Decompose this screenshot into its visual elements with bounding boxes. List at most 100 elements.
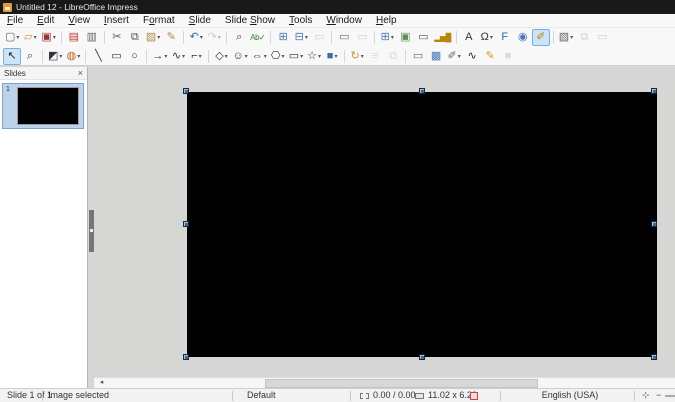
dropdown-arrow-icon[interactable]: ▾ — [245, 53, 248, 60]
menu-view[interactable]: View — [61, 14, 97, 28]
lines-and-arrows-button[interactable]: → ▾ — [150, 48, 169, 65]
dropdown-arrow-icon[interactable]: ▾ — [391, 34, 394, 41]
workspace[interactable] — [94, 67, 675, 377]
open-file-button[interactable]: ▱ ▾ — [21, 29, 39, 46]
dropdown-arrow-icon[interactable]: ▾ — [200, 34, 203, 41]
curve-polygon-button[interactable]: ∿ ▾ — [169, 48, 187, 65]
dropdown-arrow-icon[interactable]: ▾ — [334, 53, 337, 60]
ellipse-button[interactable]: ○ — [125, 48, 143, 65]
rotate-button[interactable]: ↻ ▾ — [348, 48, 366, 65]
slide-thumbnail-1[interactable]: 1 — [2, 83, 84, 129]
display-views-button[interactable]: ⊟ ▾ — [292, 29, 310, 46]
insert-text-box-button[interactable]: ▭ — [414, 29, 432, 46]
insert-fontwork-button[interactable]: F — [496, 29, 514, 46]
menu-help[interactable]: Help — [369, 14, 404, 28]
menu-edit[interactable]: Edit — [30, 14, 61, 28]
dropdown-arrow-icon[interactable]: ▾ — [305, 34, 308, 41]
insert-table-button[interactable]: ⊞ ▾ — [378, 29, 396, 46]
crop-image-button[interactable]: ▩ — [427, 48, 445, 65]
selection-handle-bottom-center[interactable] — [419, 354, 425, 360]
menu-slide[interactable]: Slide — [182, 14, 218, 28]
shadow-button[interactable]: ▭ — [409, 48, 427, 65]
image-filter-button[interactable]: ✐ ▾ — [445, 48, 463, 65]
print-button[interactable]: ▥ — [83, 29, 101, 46]
scroll-left-icon[interactable]: ◂ — [96, 378, 107, 388]
fill-color-button[interactable]: ◍ ▾ — [64, 48, 82, 65]
close-icon[interactable]: × — [78, 68, 83, 78]
star-shapes-button[interactable]: ☆ ▾ — [305, 48, 323, 65]
undo-button[interactable]: ↶ ▾ — [187, 29, 205, 46]
cut-button[interactable]: ✂ — [108, 29, 126, 46]
callout-shapes-button[interactable]: ▭ ▾ — [287, 48, 305, 65]
selection-handle-bottom-left[interactable] — [183, 354, 189, 360]
glue-points-button[interactable]: ✎ — [481, 48, 499, 65]
dropdown-arrow-icon[interactable]: ▾ — [282, 53, 285, 60]
dropdown-arrow-icon[interactable]: ▾ — [218, 34, 221, 41]
unsaved-changes-icon[interactable] — [470, 392, 478, 400]
insert-chart-button[interactable]: ▂▅█ — [432, 29, 452, 46]
select-button[interactable]: ↖ — [3, 47, 21, 65]
display-grid-button[interactable]: ⊞ — [274, 29, 292, 46]
selection-handle-middle-right[interactable] — [651, 221, 657, 227]
menu-tools[interactable]: Tools — [282, 14, 319, 28]
menu-window[interactable]: Window — [319, 14, 369, 28]
new-slide-button[interactable]: ▧ ▾ — [557, 29, 575, 46]
selection-handle-middle-left[interactable] — [183, 221, 189, 227]
selected-black-image[interactable] — [187, 92, 657, 357]
slide-thumbnail-image[interactable] — [17, 87, 79, 125]
connectors-button[interactable]: ⌐ ▾ — [187, 48, 205, 65]
dropdown-arrow-icon[interactable]: ▾ — [264, 53, 267, 60]
insert-textbox-a-button[interactable]: A — [460, 29, 478, 46]
show-draw-functions-button[interactable]: ✐ — [531, 29, 550, 46]
find-and-replace-button[interactable]: ⌕ — [230, 29, 248, 46]
dropdown-arrow-icon[interactable]: ▾ — [53, 34, 56, 41]
line-color-button[interactable]: ◩ ▾ — [46, 48, 64, 65]
dropdown-arrow-icon[interactable]: ▾ — [16, 34, 19, 41]
selection-handle-bottom-right[interactable] — [651, 354, 657, 360]
insert-line-button[interactable]: ╲ — [89, 48, 107, 65]
dropdown-arrow-icon[interactable]: ▾ — [157, 34, 160, 41]
menu-slide-show[interactable]: Slide Show — [218, 14, 282, 28]
dropdown-arrow-icon[interactable]: ▾ — [458, 53, 461, 60]
export-pdf-button[interactable]: ▤ — [65, 29, 83, 46]
insert-special-character-button[interactable]: Ω ▾ — [478, 29, 496, 46]
zoom-pan-button[interactable]: ⌕ — [21, 48, 39, 65]
dropdown-arrow-icon[interactable]: ▾ — [300, 53, 303, 60]
template-name[interactable]: Default — [247, 389, 276, 402]
paste-button[interactable]: ▨ ▾ — [144, 29, 162, 46]
horizontal-scrollbar[interactable]: ◂ — [94, 377, 675, 388]
dropdown-arrow-icon[interactable]: ▾ — [164, 53, 167, 60]
copy-button[interactable]: ⧉ — [126, 29, 144, 46]
dropdown-arrow-icon[interactable]: ▾ — [59, 53, 62, 60]
new-document-button[interactable]: ▢ ▾ — [3, 29, 21, 46]
3d-objects-button[interactable]: ■ ▾ — [323, 48, 341, 65]
master-slide-button[interactable]: ▭ — [335, 29, 353, 46]
dropdown-arrow-icon[interactable]: ▾ — [77, 53, 80, 60]
selection-handle-top-left[interactable] — [183, 88, 189, 94]
spelling-button[interactable]: Ab✓ — [248, 29, 267, 46]
symbol-shapes-button[interactable]: ☺ ▾ — [230, 48, 249, 65]
menu-format[interactable]: Format — [136, 14, 182, 28]
flowchart-shapes-button[interactable]: ⎔ ▾ — [269, 48, 287, 65]
menu-insert[interactable]: Insert — [97, 14, 136, 28]
zoom-out-icon[interactable]: − — [656, 389, 661, 402]
dropdown-arrow-icon[interactable]: ▾ — [34, 34, 37, 41]
basic-shapes-button[interactable]: ◇ ▾ — [212, 48, 230, 65]
rectangle-button[interactable]: ▭ — [107, 48, 125, 65]
fit-slide-icon[interactable]: ⊹ — [642, 389, 650, 402]
save-button[interactable]: ▣ ▾ — [39, 29, 57, 46]
dropdown-arrow-icon[interactable]: ▾ — [570, 34, 573, 41]
dropdown-arrow-icon[interactable]: ▾ — [318, 53, 321, 60]
points-button[interactable]: ∿ — [463, 48, 481, 65]
zoom-slider[interactable] — [665, 395, 675, 397]
clone-formatting-button[interactable]: ✎ — [162, 29, 180, 46]
dropdown-arrow-icon[interactable]: ▾ — [199, 53, 202, 60]
menu-file[interactable]: File — [0, 14, 30, 28]
insert-image-button[interactable]: ▣ — [396, 29, 414, 46]
selection-handle-top-right[interactable] — [651, 88, 657, 94]
dropdown-arrow-icon[interactable]: ▾ — [361, 53, 364, 60]
horizontal-scrollbar-thumb[interactable] — [265, 379, 538, 388]
dropdown-arrow-icon[interactable]: ▾ — [490, 34, 493, 41]
dropdown-arrow-icon[interactable]: ▾ — [225, 53, 228, 60]
language-status[interactable]: English (USA) — [510, 389, 630, 402]
